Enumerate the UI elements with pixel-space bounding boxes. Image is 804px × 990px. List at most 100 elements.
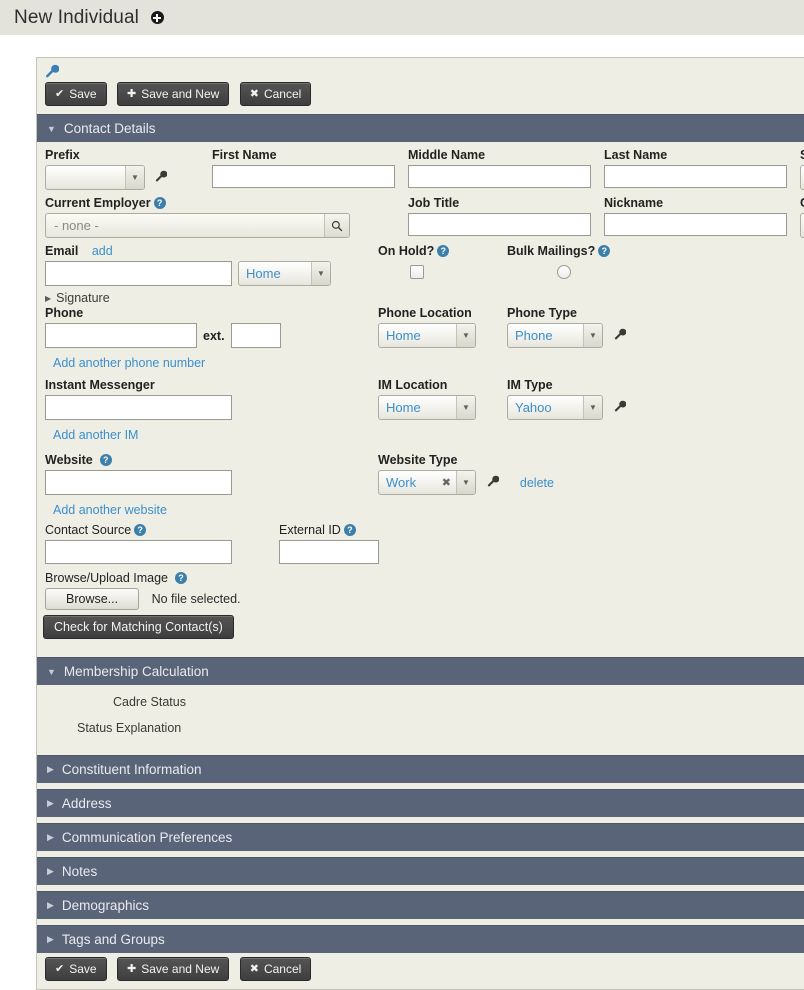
save-button-bottom[interactable]: ✔ Save	[45, 957, 107, 981]
contact-source-input[interactable]	[45, 540, 232, 564]
job-title-input[interactable]	[408, 213, 591, 236]
email-add-link[interactable]: add	[92, 244, 113, 258]
accordion-header-membership-calculation[interactable]: ▼ Membership Calculation	[37, 657, 804, 685]
save-and-new-button-bottom[interactable]: ✚ Save and New	[117, 957, 230, 981]
search-icon[interactable]	[324, 214, 349, 237]
im-type-select[interactable]: Yahoo ▼	[507, 395, 603, 420]
chevron-down-icon: ▼	[311, 262, 330, 285]
save-and-new-button[interactable]: ✚ Save and New	[117, 82, 230, 106]
help-icon[interactable]: ?	[134, 524, 147, 536]
email-signature-label: Signature	[56, 291, 110, 305]
website-type-options-wrench-icon[interactable]	[487, 475, 500, 490]
chevron-down-icon: ▼	[47, 666, 56, 677]
help-icon[interactable]: ?	[153, 197, 166, 209]
contact-field-autocomplete[interactable]: - none	[800, 213, 804, 238]
last-name-input[interactable]	[604, 165, 787, 188]
accordion-title-address: Address	[61, 796, 112, 811]
chevron-down-icon: ▼	[125, 166, 144, 189]
chevron-right-icon: ▶	[47, 764, 54, 774]
chevron-down-icon: ▼	[456, 324, 475, 347]
accordion-header-demographics[interactable]: ▶ Demographics	[37, 891, 804, 919]
contact-field-label: Contac	[800, 196, 804, 210]
im-input[interactable]	[45, 395, 232, 420]
chevron-right-icon: ▶	[47, 798, 54, 808]
chevron-down-icon: ▼	[583, 324, 602, 347]
plus-circle-icon: ✚	[127, 962, 137, 975]
accordion-header-address[interactable]: ▶ Address	[37, 789, 804, 817]
phone-ext-input[interactable]	[230, 323, 281, 348]
website-label: Website?	[45, 453, 232, 467]
check-matching-contacts-button[interactable]: Check for Matching Contact(s)	[43, 615, 234, 639]
accordion-title-notes: Notes	[61, 864, 98, 879]
cadre-status-row: Cadre Status	[37, 695, 804, 709]
email-location-select[interactable]: Home ▼	[238, 261, 331, 286]
phone-type-select[interactable]: Phone ▼	[507, 323, 603, 348]
phone-location-label: Phone Location	[378, 306, 472, 320]
chevron-down-icon: ▼	[47, 123, 56, 134]
current-employer-autocomplete[interactable]: - none -	[45, 213, 350, 238]
external-id-input[interactable]	[279, 540, 379, 564]
check-icon: ✔	[55, 962, 65, 975]
help-icon[interactable]: ?	[437, 245, 450, 257]
accordion-header-communication-preferences[interactable]: ▶ Communication Preferences	[37, 823, 804, 851]
add-another-website-link[interactable]: Add another website	[53, 503, 167, 517]
wrench-icon[interactable]	[45, 64, 60, 78]
chevron-right-icon: ▶	[45, 293, 52, 303]
on-hold-checkbox[interactable]	[410, 265, 424, 279]
chevron-down-icon: ▼	[456, 471, 475, 494]
help-icon[interactable]: ?	[343, 524, 356, 536]
save-and-new-button-bottom-label: Save and New	[141, 962, 220, 976]
browse-file-button[interactable]: Browse...	[45, 588, 140, 610]
email-input[interactable]	[45, 261, 232, 286]
help-icon[interactable]: ?	[174, 572, 187, 584]
page-title: New Individual	[14, 6, 139, 28]
website-input[interactable]	[45, 470, 232, 495]
website-delete-link[interactable]: delete	[520, 476, 554, 490]
im-location-select[interactable]: Home ▼	[378, 395, 476, 420]
on-hold-label: On Hold??	[378, 244, 456, 258]
website-type-select[interactable]: Work ✖ ▼	[378, 470, 476, 495]
accordion-title-communication-preferences: Communication Preferences	[61, 830, 233, 845]
nickname-input[interactable]	[604, 213, 787, 236]
job-title-label: Job Title	[408, 196, 460, 210]
bulk-mailings-radio[interactable]	[556, 265, 571, 279]
prefix-options-wrench-icon[interactable]	[155, 170, 168, 185]
save-button[interactable]: ✔ Save	[45, 82, 107, 106]
accordion-title-membership-calculation: Membership Calculation	[63, 664, 209, 679]
add-another-im-link[interactable]: Add another IM	[53, 428, 138, 442]
prefix-label: Prefix	[45, 148, 80, 162]
im-type-options-wrench-icon[interactable]	[614, 400, 627, 415]
plus-circle-icon: ✚	[127, 87, 137, 100]
phone-ext-label: ext.	[203, 328, 225, 343]
status-explanation-row: Status Explanation	[37, 721, 804, 735]
help-icon[interactable]: ?	[99, 454, 112, 466]
phone-type-options-wrench-icon[interactable]	[614, 328, 627, 343]
add-another-phone-link[interactable]: Add another phone number	[53, 356, 205, 370]
middle-name-input[interactable]	[408, 165, 591, 188]
plus-circle-icon[interactable]	[150, 11, 164, 24]
cancel-button-bottom[interactable]: ✖ Cancel	[239, 957, 312, 981]
help-icon[interactable]: ?	[598, 245, 611, 257]
contact-source-label: Contact Source?	[45, 523, 232, 537]
first-name-label: First Name	[212, 148, 277, 162]
accordion-header-contact-details[interactable]: ▼ Contact Details	[37, 114, 804, 142]
clear-x-icon[interactable]: ✖	[440, 471, 456, 494]
save-and-new-button-label: Save and New	[141, 87, 220, 101]
cancel-button[interactable]: ✖ Cancel	[239, 82, 312, 106]
phone-input[interactable]	[45, 323, 197, 348]
im-type-label: IM Type	[507, 378, 553, 392]
phone-label: Phone	[45, 306, 84, 320]
website-type-label: Website Type	[378, 453, 458, 467]
suffix-label: Suffix	[800, 148, 804, 162]
accordion-header-tags-and-groups[interactable]: ▶ Tags and Groups	[37, 925, 804, 953]
accordion-header-constituent-information[interactable]: ▶ Constituent Information	[37, 755, 804, 783]
phone-location-select[interactable]: Home ▼	[378, 323, 476, 348]
cancel-button-bottom-label: Cancel	[263, 962, 302, 976]
prefix-select[interactable]: ▼	[45, 165, 145, 190]
suffix-select[interactable]: ▼	[800, 165, 804, 190]
phone-location-value: Home	[386, 328, 421, 343]
accordion-header-notes[interactable]: ▶ Notes	[37, 857, 804, 885]
first-name-input[interactable]	[212, 165, 395, 188]
email-signature-toggle[interactable]: ▶ Signature	[45, 291, 331, 305]
accordion-title-contact-details: Contact Details	[63, 121, 156, 136]
